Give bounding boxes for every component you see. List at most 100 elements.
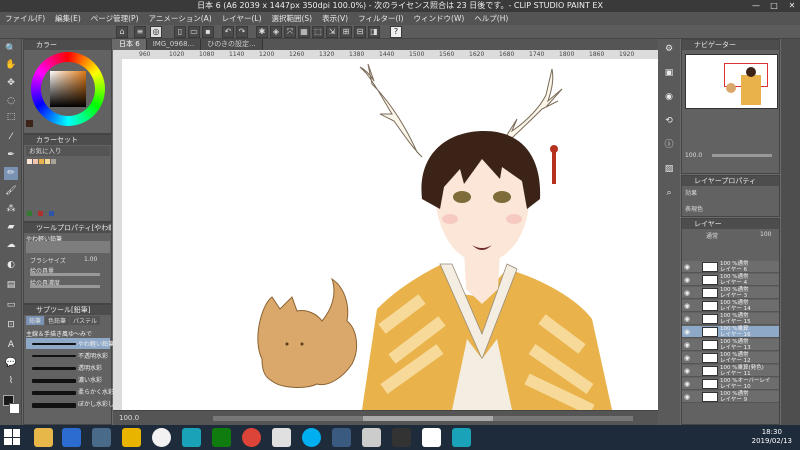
- paint-icon[interactable]: [422, 428, 441, 447]
- pencil-tool-icon[interactable]: ✏: [4, 167, 18, 180]
- layer-row[interactable]: ◉ 100 %通常 レイヤー 6: [682, 261, 779, 273]
- hand-tool-icon[interactable]: ✋: [4, 59, 18, 72]
- layer-row[interactable]: ◉ 100 %オーバーレイ レイヤー 10: [682, 378, 779, 390]
- menu-edit[interactable]: 編集(E): [50, 12, 86, 25]
- menu-file[interactable]: ファイル(F): [0, 12, 50, 25]
- navigator-preview[interactable]: [685, 54, 778, 109]
- search-icon[interactable]: ⌕: [662, 187, 676, 200]
- minimize-button[interactable]: —: [750, 0, 762, 12]
- stab-slider[interactable]: [30, 285, 100, 288]
- swatch[interactable]: [39, 159, 44, 164]
- tab-color-pencil[interactable]: 色鉛筆: [45, 316, 70, 325]
- app-icon[interactable]: [452, 428, 471, 447]
- chrome-icon[interactable]: [152, 428, 171, 447]
- eye-icon[interactable]: ◉: [684, 289, 692, 297]
- app-icon[interactable]: [92, 428, 111, 447]
- zoom-slider[interactable]: [712, 154, 772, 157]
- tab-pencil[interactable]: 鉛筆: [26, 316, 45, 325]
- layer-row[interactable]: ◉ 100 %通常 レイヤー 15: [682, 313, 779, 325]
- color-set-select[interactable]: お気に入り: [26, 146, 110, 156]
- drawing-canvas[interactable]: [122, 59, 658, 410]
- zoom-value[interactable]: 100.0: [119, 414, 139, 422]
- home-icon[interactable]: ⌂: [116, 26, 128, 38]
- eye-icon[interactable]: ◉: [684, 276, 692, 284]
- clear-icon[interactable]: ✱: [256, 26, 268, 38]
- density-slider[interactable]: [30, 273, 100, 276]
- blend-mode-select[interactable]: 通常: [706, 231, 718, 240]
- swatch-red[interactable]: [38, 211, 43, 216]
- eye-icon[interactable]: ◉: [684, 315, 692, 323]
- saturation-value-square[interactable]: [50, 71, 86, 107]
- eye-icon[interactable]: ◉: [684, 341, 692, 349]
- panel-scrollbar[interactable]: [781, 39, 800, 425]
- eraser-icon[interactable]: ▰: [4, 221, 18, 234]
- frame-tool-icon[interactable]: ⊡: [4, 319, 18, 332]
- close-button[interactable]: ✕: [786, 0, 798, 12]
- move-tool-icon[interactable]: ✥: [4, 77, 18, 90]
- tab-document[interactable]: IMG_0968...: [146, 39, 202, 50]
- clock[interactable]: 18:30 2019/02/13: [752, 428, 792, 446]
- opacity-value[interactable]: 100: [760, 231, 771, 238]
- eye-icon[interactable]: ◉: [684, 380, 692, 388]
- app-icon[interactable]: [122, 428, 141, 447]
- swatch-green[interactable]: [27, 211, 32, 216]
- brush-item[interactable]: 濃い水彩: [26, 374, 110, 385]
- correction-tool-icon[interactable]: ⌇: [4, 375, 18, 388]
- app-icon[interactable]: [332, 428, 351, 447]
- open-file-icon[interactable]: ▭: [188, 26, 200, 38]
- eye-icon[interactable]: ◉: [684, 302, 692, 310]
- snap-icon[interactable]: ◨: [368, 26, 380, 38]
- transform-icon[interactable]: ⤧: [284, 26, 296, 38]
- clip-studio-icon[interactable]: [362, 428, 381, 447]
- layer-row[interactable]: ◉ 100 %通常 レイヤー 9: [682, 391, 779, 403]
- layer-row[interactable]: ◉ 100 %通常 レイヤー 13: [682, 339, 779, 351]
- clip-studio-icon[interactable]: ◎: [150, 26, 162, 38]
- ruler-icon[interactable]: ⊟: [354, 26, 366, 38]
- brush-item[interactable]: やわ軽い鉛筆: [26, 338, 114, 349]
- eye-icon[interactable]: ◉: [684, 328, 692, 336]
- menu-selection[interactable]: 選択範囲(S): [267, 12, 318, 25]
- image-icon[interactable]: ▨: [662, 163, 676, 176]
- eyedropper-icon[interactable]: ⁄: [4, 131, 18, 144]
- layer-row[interactable]: ◉ 100 %乗算(発色) レイヤー 11: [682, 365, 779, 377]
- edge-icon[interactable]: [62, 428, 81, 447]
- sphere-icon[interactable]: ◉: [662, 91, 676, 104]
- fill-icon[interactable]: ◈: [270, 26, 282, 38]
- navigator-zoom[interactable]: 100.0: [685, 152, 702, 159]
- swatch[interactable]: [45, 159, 50, 164]
- brush-item[interactable]: 不透明水彩: [26, 350, 110, 361]
- brush-item[interactable]: 透明水彩: [26, 362, 110, 373]
- layer-row[interactable]: ◉ 100 %通常 レイヤー 4: [682, 274, 779, 286]
- balloon-tool-icon[interactable]: 💬: [4, 357, 18, 370]
- tab-document[interactable]: ひのきの設定...: [201, 39, 263, 50]
- swatch[interactable]: [27, 159, 32, 164]
- layer-row[interactable]: ◉ 100 %乗算 レイヤー 16: [682, 326, 779, 338]
- figure-tool-icon[interactable]: ▭: [4, 299, 18, 312]
- menu-icon[interactable]: ≡: [134, 26, 146, 38]
- layer-row[interactable]: ◉ 100 %通常 レイヤー 14: [682, 300, 779, 312]
- text-tool-icon[interactable]: A: [4, 339, 18, 352]
- swatch-blue[interactable]: [49, 211, 54, 216]
- menu-layer[interactable]: レイヤー(L): [217, 12, 267, 25]
- hue-ring[interactable]: [31, 52, 105, 126]
- new-file-icon[interactable]: ▯: [174, 26, 186, 38]
- start-button[interactable]: [4, 429, 20, 445]
- swatch[interactable]: [33, 159, 38, 164]
- material-icon[interactable]: ▣: [662, 67, 676, 80]
- layer-row[interactable]: ◉ 100 %通常 レイヤー 12: [682, 352, 779, 364]
- gear-icon[interactable]: ⚙: [662, 43, 676, 56]
- airbrush-icon[interactable]: ⁂: [4, 203, 18, 216]
- current-color-swatch[interactable]: [26, 120, 33, 127]
- brush-item[interactable]: ぼかし水彩しる: [26, 398, 120, 409]
- eye-icon[interactable]: ◉: [684, 393, 692, 401]
- menu-page[interactable]: ページ管理(P): [86, 12, 144, 25]
- skype-icon[interactable]: [302, 428, 321, 447]
- tab-document[interactable]: 日本 6: [113, 39, 147, 50]
- redo-icon[interactable]: ↷: [236, 26, 248, 38]
- pen-tool-icon[interactable]: ✒: [4, 149, 18, 162]
- menu-window[interactable]: ウィンドウ(W): [409, 12, 470, 25]
- help-icon[interactable]: ?: [390, 26, 402, 38]
- menu-filter[interactable]: フィルター(I): [353, 12, 408, 25]
- eye-icon[interactable]: ◉: [684, 367, 692, 375]
- explorer-icon[interactable]: [34, 428, 53, 447]
